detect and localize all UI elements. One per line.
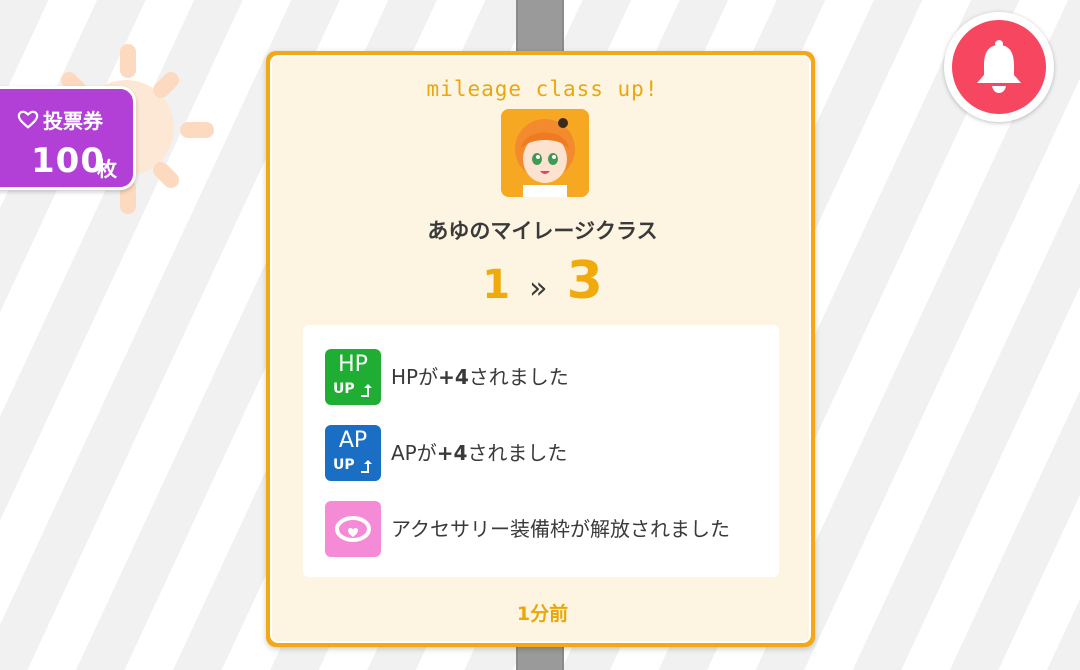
class-change: 1 » 3	[272, 251, 813, 311]
hp-up-icon: HP UP	[325, 349, 381, 405]
heart-icon	[17, 110, 39, 129]
accessory-ring-icon	[325, 501, 381, 557]
character-avatar	[501, 109, 589, 197]
bell-icon	[977, 40, 1021, 93]
character-mileage-class: あゆのマイレージクラス	[427, 219, 658, 243]
list-item-hp: HP UP HPが+4されました	[325, 349, 751, 405]
class-arrow: »	[529, 271, 548, 306]
ticket-count: 100	[31, 141, 105, 181]
notification-button[interactable]	[944, 12, 1054, 122]
ticket-label: 投票券	[43, 109, 103, 133]
ticket-unit: 枚	[97, 157, 117, 181]
vote-ticket-badge[interactable]: 投票券 100 枚	[0, 86, 136, 190]
class-from: 1	[482, 262, 511, 308]
list-item-accessory: アクセサリー装備枠が解放されました	[325, 501, 761, 557]
notification-card[interactable]: mileage class up! あゆのマイレージクラス 1 » 3 HP U…	[266, 51, 815, 647]
ap-up-icon: AP UP	[325, 425, 381, 481]
card-title: mileage class up!	[426, 77, 659, 101]
reward-list: HP UP HPが+4されました AP UP APが+4されました アクセサリー…	[303, 325, 779, 577]
timestamp: 1分前	[516, 603, 569, 625]
list-item-ap: AP UP APが+4されました	[325, 425, 751, 481]
class-to: 3	[566, 251, 603, 311]
